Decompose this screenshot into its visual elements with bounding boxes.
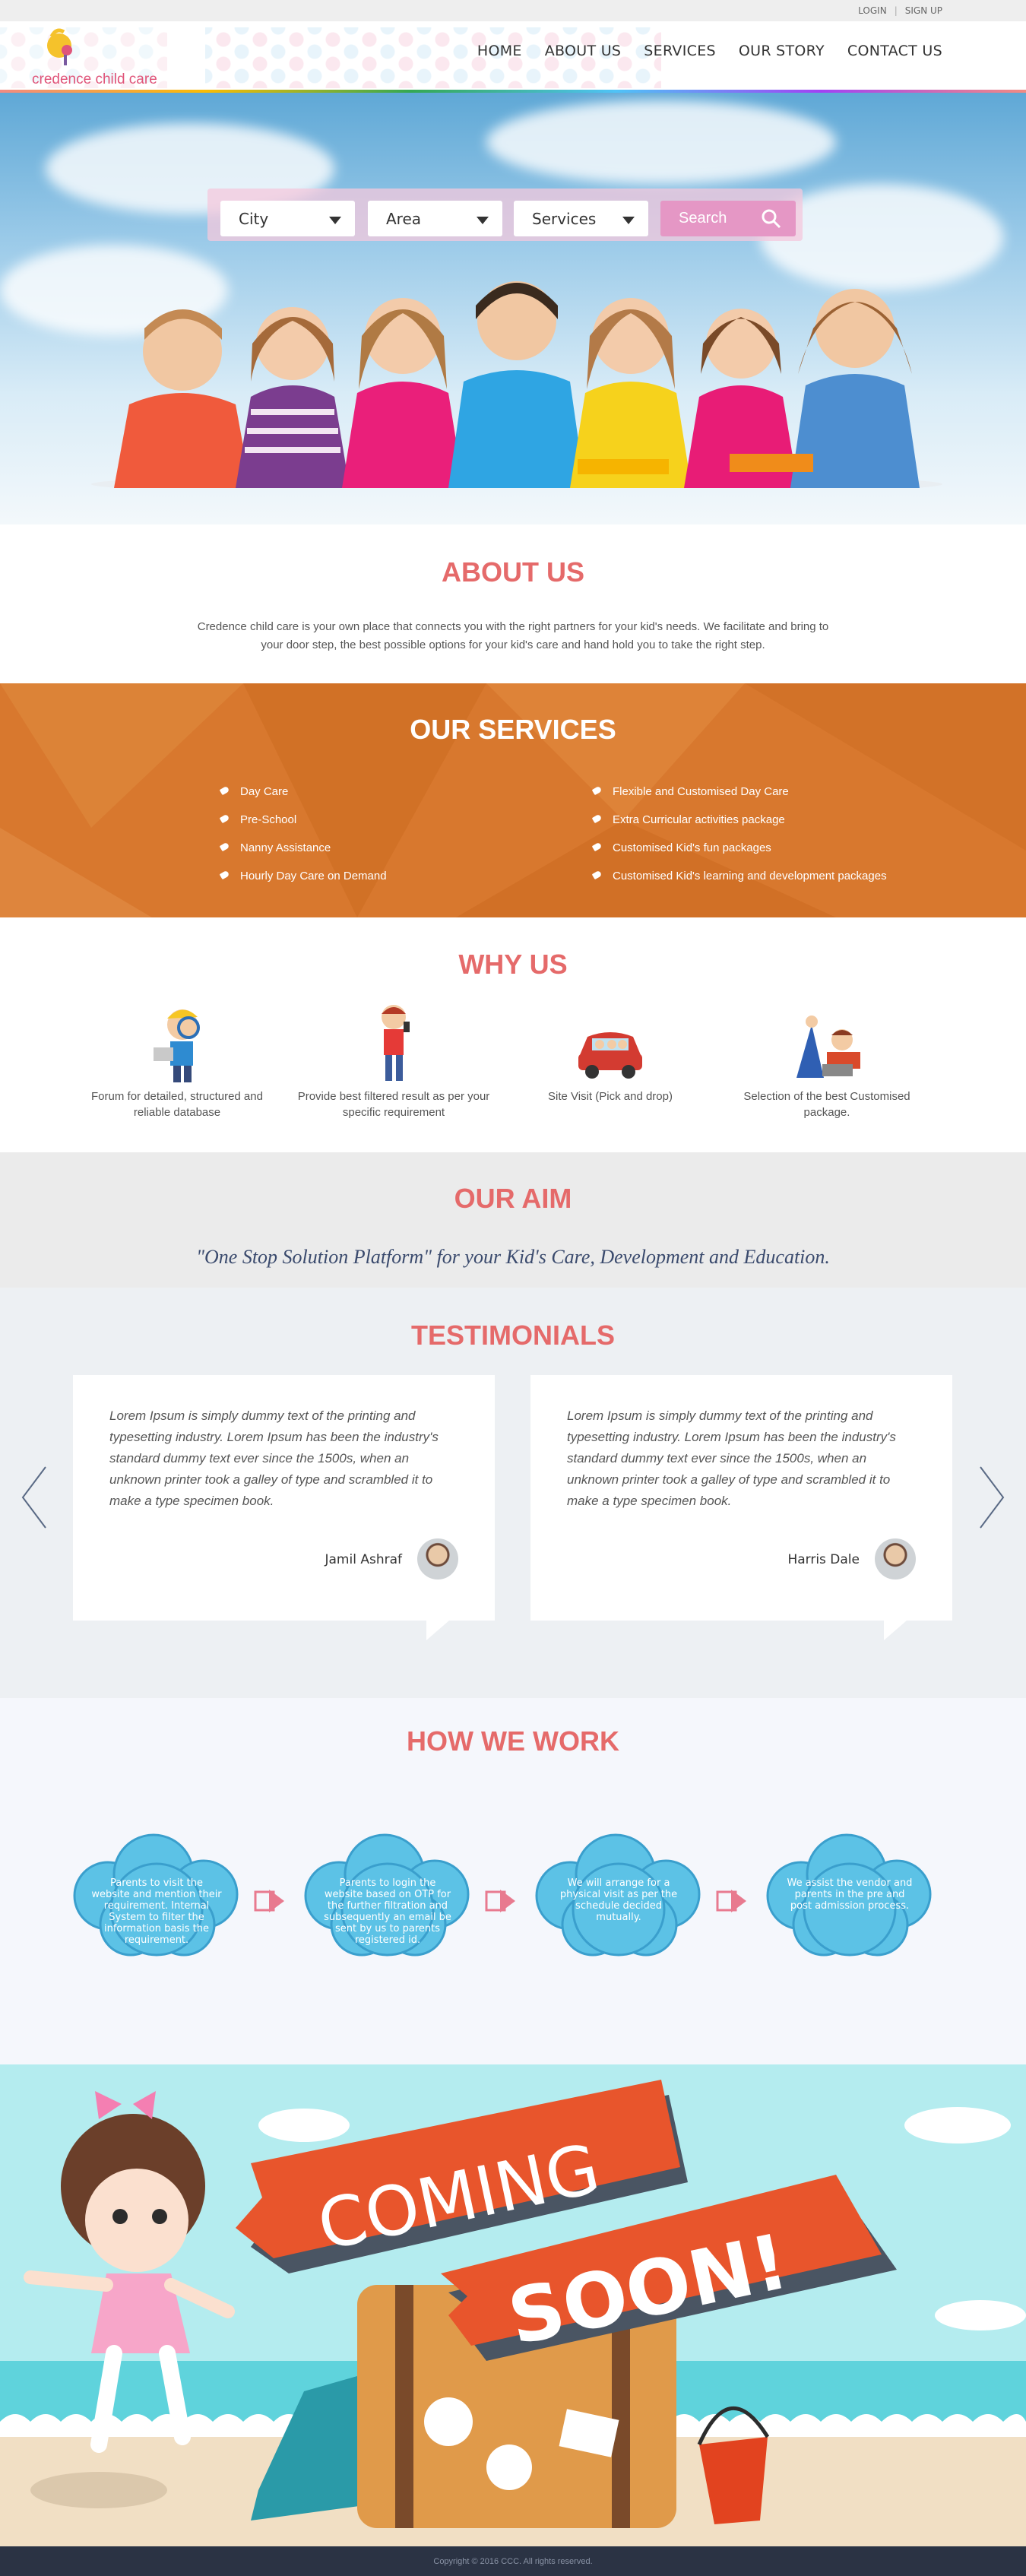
about-title: ABOUT US xyxy=(442,556,584,588)
step-cloud: Parents to login the website based on OT… xyxy=(293,1827,482,1964)
how-we-work-section: HOW WE WORK Parents to visit the website… xyxy=(0,1698,1026,2064)
step-cloud: We assist the vendor and parents in the … xyxy=(755,1827,944,1964)
car-icon xyxy=(578,1032,642,1079)
service-item: Hourly Day Care on Demand xyxy=(220,862,387,890)
prev-arrow-icon[interactable] xyxy=(20,1465,50,1529)
logo[interactable]: credence child care xyxy=(29,26,181,90)
testimonial-author: Jamil Ashraf xyxy=(325,1552,403,1567)
children-photo xyxy=(91,281,942,488)
arrow-right-icon xyxy=(716,1890,746,1912)
search-icon xyxy=(762,209,781,229)
city-select-label: City xyxy=(239,210,269,228)
signup-link[interactable]: SIGN UP xyxy=(905,5,942,16)
services-section: OUR SERVICES Day Care Pre-School Nanny A… xyxy=(0,683,1026,917)
testimonials-section: TESTIMONIALS Lorem Ipsum is simply dummy… xyxy=(0,1288,1026,1698)
avatar xyxy=(417,1538,458,1580)
copyright: Copyright © 2016 CCC. All rights reserve… xyxy=(433,2557,593,2566)
why-item: Forum for detailed, structured and relia… xyxy=(78,1002,276,1120)
testimonial-text: Lorem Ipsum is simply dummy text of the … xyxy=(109,1408,439,1508)
testimonial-text: Lorem Ipsum is simply dummy text of the … xyxy=(567,1408,896,1508)
services-title: OUR SERVICES xyxy=(410,714,616,745)
nav-about-us[interactable]: ABOUT US xyxy=(545,43,622,59)
kids-at-laptop-icon xyxy=(796,1016,860,1078)
search-button[interactable]: Search xyxy=(660,201,796,236)
sky-cloud xyxy=(486,100,836,184)
top-bar: LOGIN | SIGN UP xyxy=(0,0,1026,21)
why-item-text: Provide best filtered result as per your… xyxy=(297,1090,490,1119)
step-text: Parents to login the website based on OT… xyxy=(324,1877,451,1946)
speech-tail xyxy=(426,1621,449,1640)
service-item: Customised Kid's learning and developmen… xyxy=(593,862,887,890)
speech-tail xyxy=(884,1621,907,1640)
arrow-right-icon xyxy=(254,1890,284,1912)
nav-services[interactable]: SERVICES xyxy=(644,43,716,59)
testimonial-card: Lorem Ipsum is simply dummy text of the … xyxy=(73,1375,495,1640)
avatar xyxy=(875,1538,916,1580)
step-text: We assist the vendor and parents in the … xyxy=(787,1877,913,1912)
logo-icon xyxy=(47,28,72,65)
service-item: Pre-School xyxy=(220,806,387,834)
divider: | xyxy=(894,5,898,16)
coming-soon-banner: COMING SOON! xyxy=(0,2064,1026,2546)
step-text: Parents to visit the website and mention… xyxy=(91,1877,222,1946)
service-item: Day Care xyxy=(220,778,387,806)
service-item: Nanny Assistance xyxy=(220,834,387,862)
chevron-down-icon xyxy=(477,217,489,224)
service-item: Flexible and Customised Day Care xyxy=(593,778,887,806)
main-nav: HOME ABOUT US SERVICES OUR STORY CONTACT… xyxy=(477,43,942,59)
services-select-label: Services xyxy=(532,210,597,228)
aim-title: OUR AIM xyxy=(454,1183,572,1214)
step-text: We will arrange for a physical visit as … xyxy=(559,1877,678,1923)
service-item: Extra Curricular activities package xyxy=(593,806,887,834)
services-list-right: Flexible and Customised Day Care Extra C… xyxy=(593,778,887,890)
coming-soon-illustration: COMING SOON! xyxy=(0,2080,1026,2546)
why-title: WHY US xyxy=(458,949,568,980)
login-link[interactable]: LOGIN xyxy=(858,5,887,16)
services-select[interactable]: Services xyxy=(514,201,648,236)
nav-contact-us[interactable]: CONTACT US xyxy=(847,43,942,59)
logo-text: credence child care xyxy=(32,71,157,87)
arrow-right-icon xyxy=(485,1890,515,1912)
boy-with-phone-icon xyxy=(382,1005,410,1081)
why-item-text: Site Visit (Pick and drop) xyxy=(548,1090,673,1103)
why-item: Provide best filtered result as per your… xyxy=(295,1002,492,1120)
testimonial-author: Harris Dale xyxy=(787,1552,860,1567)
testimonial-card: Lorem Ipsum is simply dummy text of the … xyxy=(530,1375,952,1640)
next-arrow-icon[interactable] xyxy=(976,1465,1006,1529)
account-links: LOGIN | SIGN UP xyxy=(858,5,942,16)
boy-with-magnifier-icon xyxy=(154,1009,200,1082)
aim-quote: "One Stop Solution Platform" for your Ki… xyxy=(196,1246,830,1268)
why-item-text: Selection of the best Customised package… xyxy=(743,1090,910,1119)
services-list-left: Day Care Pre-School Nanny Assistance Hou… xyxy=(220,778,387,890)
testimonials-title: TESTIMONIALS xyxy=(411,1320,615,1351)
nav-our-story[interactable]: OUR STORY xyxy=(739,43,825,59)
hero-banner: City Area Services Search xyxy=(0,93,1026,524)
step-cloud: We will arrange for a physical visit as … xyxy=(524,1827,713,1964)
chevron-down-icon xyxy=(329,217,341,224)
search-button-label: Search xyxy=(679,210,727,227)
how-title: HOW WE WORK xyxy=(407,1725,619,1757)
why-item: Site Visit (Pick and drop) xyxy=(511,1002,709,1104)
search-bar: City Area Services Search xyxy=(207,189,803,241)
city-select[interactable]: City xyxy=(220,201,355,236)
about-text: Credence child care is your own place th… xyxy=(197,620,829,651)
footer: Copyright © 2016 CCC. All rights reserve… xyxy=(0,2546,1026,2576)
nav-home[interactable]: HOME xyxy=(477,43,522,59)
area-select[interactable]: Area xyxy=(368,201,502,236)
why-item: Selection of the best Customised package… xyxy=(728,1002,926,1120)
area-select-label: Area xyxy=(386,210,422,228)
chevron-down-icon xyxy=(622,217,635,224)
our-aim-section: OUR AIM "One Stop Solution Platform" for… xyxy=(0,1152,1026,1288)
header: credence child care HOME ABOUT US SERVIC… xyxy=(0,21,1026,91)
step-cloud: Parents to visit the website and mention… xyxy=(62,1827,251,1964)
why-item-text: Forum for detailed, structured and relia… xyxy=(91,1090,263,1119)
service-item: Customised Kid's fun packages xyxy=(593,834,887,862)
